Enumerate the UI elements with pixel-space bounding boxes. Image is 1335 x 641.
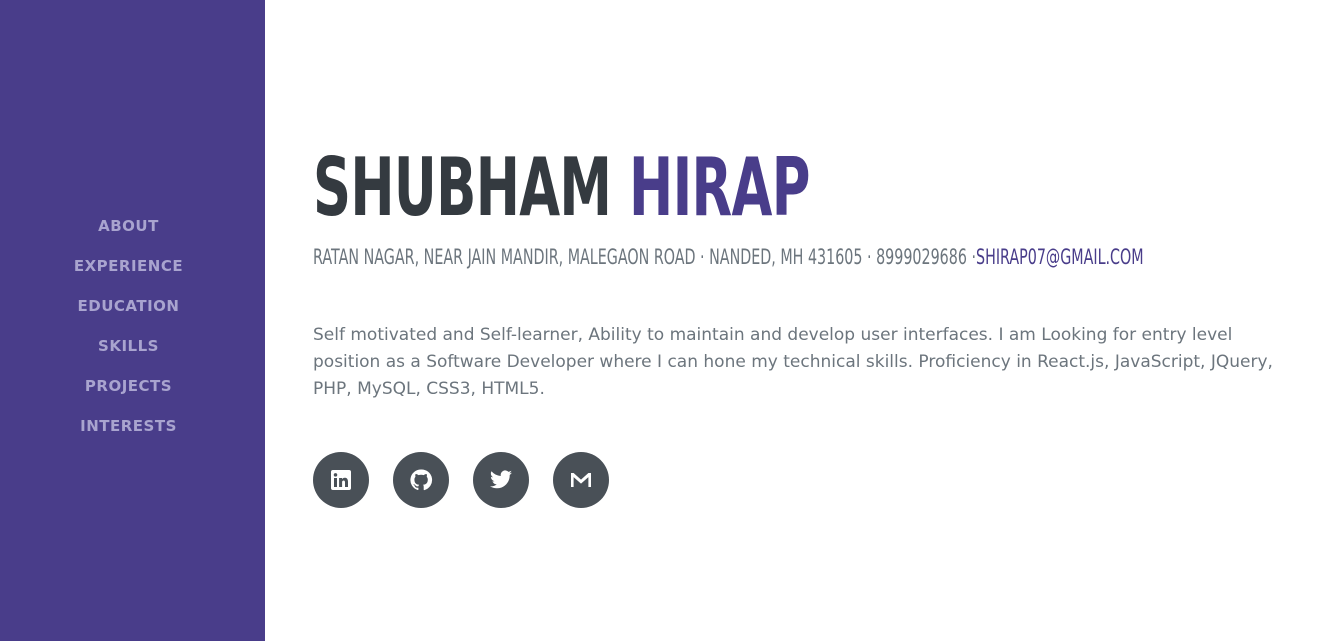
- nav-item-experience[interactable]: Experience: [0, 256, 257, 276]
- first-name: SHUBHAM: [313, 141, 612, 234]
- twitter-icon: [490, 470, 512, 489]
- nav-item-education[interactable]: Education: [0, 296, 257, 316]
- nav-item-interests[interactable]: Interests: [0, 416, 257, 436]
- linkedin-icon: [331, 470, 351, 490]
- sidebar: About Experience Education Skills Projec…: [0, 0, 265, 641]
- contact-line: Ratan Nagar, Near Jain Mandir, Malegaon …: [313, 243, 1144, 271]
- nav-item-about[interactable]: About: [0, 216, 257, 236]
- email-link[interactable]: shirap07@gmail.com: [976, 245, 1144, 269]
- twitter-button[interactable]: [473, 452, 529, 508]
- address-text: Ratan Nagar, Near Jain Mandir, Malegaon …: [313, 245, 977, 269]
- social-icons: [313, 452, 609, 508]
- nav-item-skills[interactable]: Skills: [0, 336, 257, 356]
- gmail-icon: [571, 473, 591, 487]
- nav-item-projects[interactable]: Projects: [0, 376, 257, 396]
- page-title: SHUBHAM HIRAP: [313, 140, 810, 236]
- linkedin-button[interactable]: [313, 452, 369, 508]
- github-icon: [410, 469, 433, 491]
- last-name: HIRAP: [629, 141, 810, 234]
- gmail-button[interactable]: [553, 452, 609, 508]
- sidebar-nav: About Experience Education Skills Projec…: [0, 216, 257, 456]
- bio-text: Self motivated and Self-learner, Ability…: [313, 325, 1273, 399]
- github-button[interactable]: [393, 452, 449, 508]
